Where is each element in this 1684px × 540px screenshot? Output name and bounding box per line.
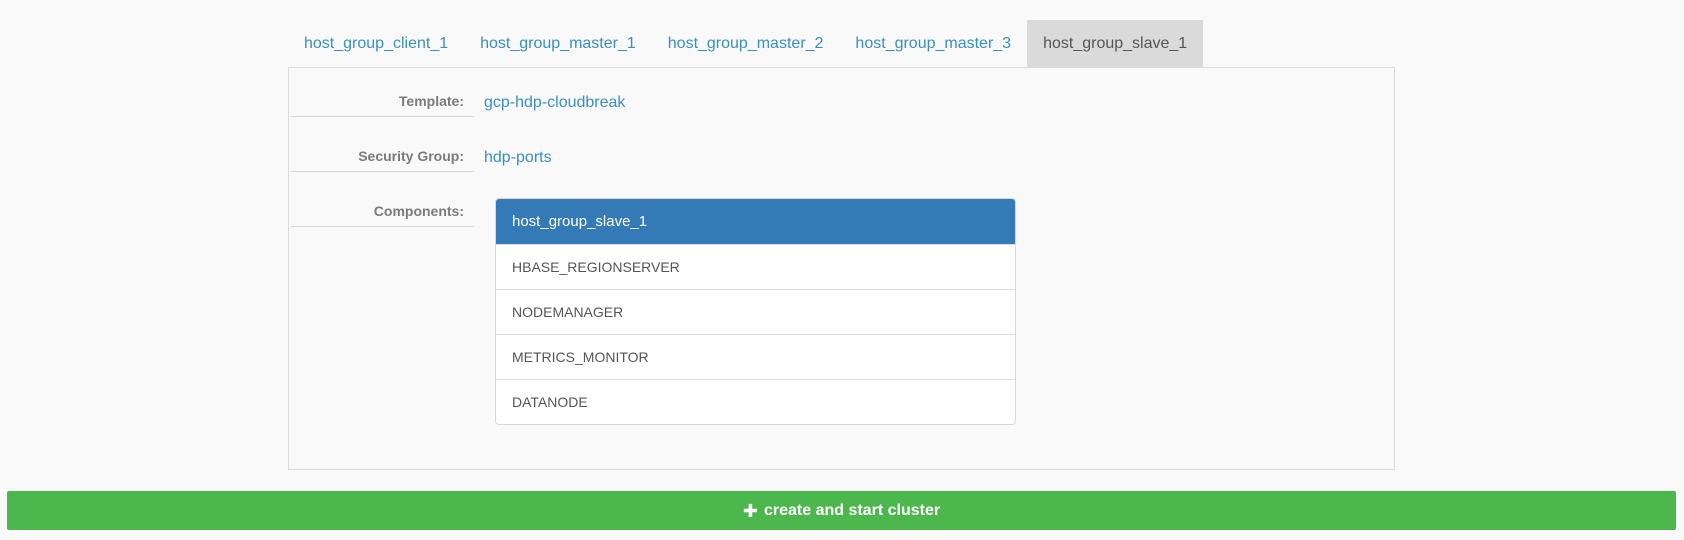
tab-host-group-master-2[interactable]: host_group_master_2 [652,20,840,67]
components-list: host_group_slave_1 HBASE_REGIONSERVER NO… [495,198,1016,425]
tab-host-group-master-3[interactable]: host_group_master_3 [839,20,1027,67]
host-group-tabs: host_group_client_1 host_group_master_1 … [288,20,1204,68]
cluster-page: host_group_client_1 host_group_master_1 … [0,0,1684,540]
list-item: NODEMANAGER [496,289,1015,334]
list-item: METRICS_MONITOR [496,334,1015,379]
create-button-label: create and start cluster [764,501,941,519]
create-and-start-cluster-button[interactable]: ✚ create and start cluster [7,491,1676,530]
host-group-panel: Template: gcp-hdp-cloudbreak Security Gr… [288,67,1395,470]
components-list-header: host_group_slave_1 [496,199,1015,244]
template-label: Template: [291,91,474,117]
list-item: DATANODE [496,379,1015,424]
components-label: Components: [291,201,474,227]
tab-host-group-master-1[interactable]: host_group_master_1 [464,20,652,67]
security-group-link[interactable]: hdp-ports [484,149,552,167]
plus-icon: ✚ [742,500,758,521]
list-item: HBASE_REGIONSERVER [496,244,1015,289]
template-link[interactable]: gcp-hdp-cloudbreak [484,94,625,112]
tab-host-group-client-1[interactable]: host_group_client_1 [288,20,464,67]
tab-host-group-slave-1[interactable]: host_group_slave_1 [1027,20,1204,67]
security-group-label: Security Group: [291,146,474,172]
